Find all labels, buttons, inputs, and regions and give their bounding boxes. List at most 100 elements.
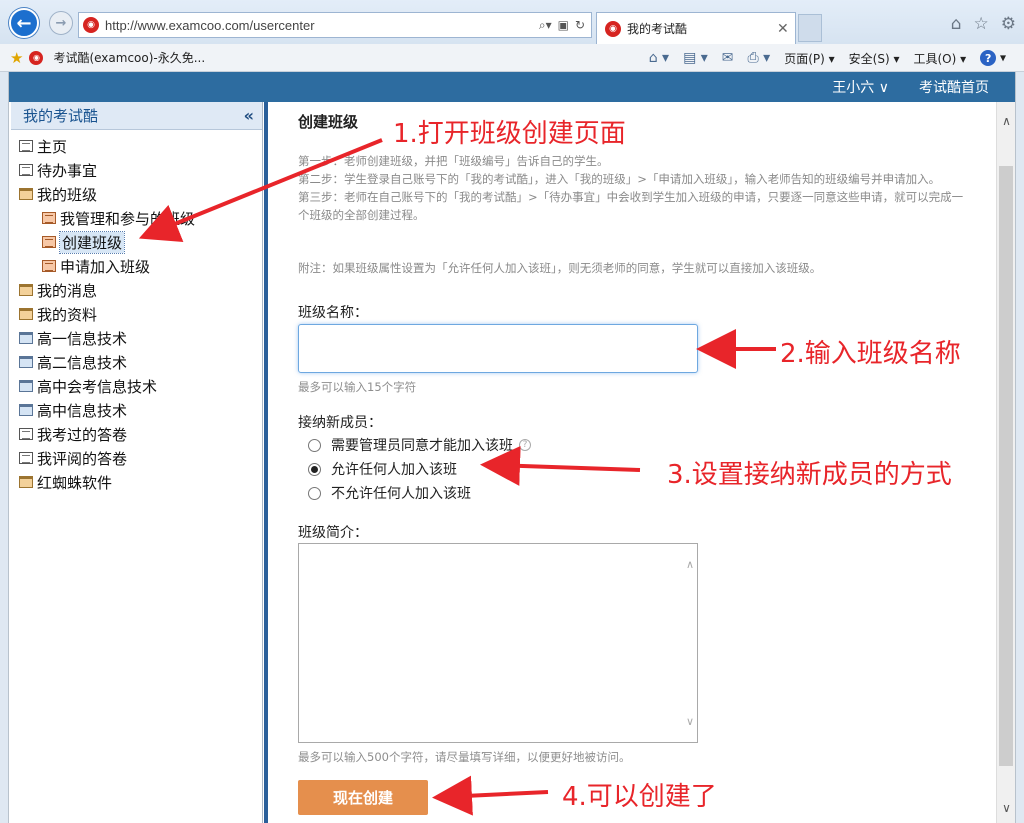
- open-folder-icon: [19, 188, 33, 200]
- sidebar-item-messages[interactable]: 我的消息: [11, 278, 262, 302]
- mail-icon[interactable]: ✉: [722, 50, 734, 66]
- sidebar-item-managed-classes[interactable]: 我管理和参与的班级: [11, 206, 262, 230]
- help-question-icon[interactable]: ?: [519, 439, 531, 451]
- favorites-star-icon[interactable]: ☆: [974, 14, 989, 34]
- step-1-text: 第一步：老师创建班级，并把「班级编号」告诉自己的学生。: [298, 154, 609, 168]
- favorite-site-icon: ◉: [29, 50, 44, 65]
- back-arrow-icon[interactable]: ←: [9, 8, 39, 38]
- radio-require-approval[interactable]: 需要管理员同意才能加入该班 ?: [308, 435, 531, 455]
- scroll-down-icon[interactable]: ∨: [997, 801, 1016, 821]
- radio-button[interactable]: [308, 438, 321, 452]
- search-icon[interactable]: ⌕▾: [539, 18, 552, 33]
- class-folder-icon: [19, 380, 33, 392]
- examcoo-home-link[interactable]: 考试酷首页: [919, 77, 989, 97]
- annotation-step-1: 1.打开班级创建页面: [393, 119, 626, 149]
- class-name-label: 班级名称：: [298, 305, 368, 321]
- sidebar-title: 我的考试酷: [23, 107, 99, 125]
- top-navigation: 王小六 ∨ 考试酷首页: [9, 72, 1015, 102]
- address-bar[interactable]: ◉ http://www.examcoo.com/usercenter ⌕▾ ▣…: [78, 12, 592, 38]
- sidebar-header: 我的考试酷 «: [11, 102, 262, 130]
- step-2-text: 第二步：学生登录自己账号下的「我的考试酷」，进入「我的班级」>「申请加入班级」，…: [298, 172, 941, 186]
- annotation-step-2: 2.输入班级名称: [780, 339, 961, 369]
- web-page: 王小六 ∨ 考试酷首页 我的考试酷 « 主页 待办事宜 我的班级 我管理和参与的…: [8, 72, 1016, 823]
- favorites-bar: ★ ◉ 考试酷(examcoo)-永久免... ⌂ ▾ ▤ ▾ ✉ ⎙ ▾ 页面…: [0, 44, 1024, 72]
- sidebar-item-red-spider[interactable]: 红蜘蛛软件: [11, 470, 262, 494]
- folder-icon: [19, 308, 33, 320]
- compat-view-icon[interactable]: ▣: [558, 18, 569, 33]
- annotation-step-3: 3.设置接纳新成员的方式: [667, 460, 952, 490]
- class-icon: [42, 260, 56, 272]
- sidebar-item-todo[interactable]: 待办事宜: [11, 158, 262, 182]
- textarea-scroll-up-icon[interactable]: ∧: [686, 558, 694, 571]
- page-menu[interactable]: 页面(P) ▾: [784, 50, 834, 67]
- step-3-text: 第三步：老师在自己账号下的「我的考试酷」>「待办事宜」中会收到学生加入班级的申请…: [298, 190, 964, 222]
- radio-allow-anyone[interactable]: 允许任何人加入该班: [308, 459, 457, 479]
- help-menu[interactable]: ? ▾: [980, 50, 1006, 66]
- sidebar-item-class-exam[interactable]: 高中会考信息技术: [11, 374, 262, 398]
- member-policy-label: 接纳新成员：: [298, 415, 382, 431]
- browser-toolbar: ← → ◉ http://www.examcoo.com/usercenter …: [0, 0, 1024, 44]
- class-icon: [42, 212, 56, 224]
- create-now-button[interactable]: 现在创建: [298, 780, 428, 815]
- radio-button-checked[interactable]: [308, 462, 321, 476]
- class-icon: [42, 236, 56, 248]
- page-icon: [19, 452, 33, 464]
- user-menu[interactable]: 王小六 ∨: [832, 77, 889, 97]
- sidebar-item-profile[interactable]: 我的资料: [11, 302, 262, 326]
- settings-gear-icon[interactable]: ⚙: [1001, 14, 1016, 34]
- sidebar-item-class-g2[interactable]: 高二信息技术: [11, 350, 262, 374]
- folder-icon: [19, 284, 33, 296]
- site-favicon-icon: ◉: [83, 17, 99, 33]
- close-tab-icon[interactable]: ✕: [777, 21, 795, 37]
- sidebar-item-my-classes[interactable]: 我的班级: [11, 182, 262, 206]
- radio-allow-none[interactable]: 不允许任何人加入该班: [308, 483, 471, 503]
- tools-menu[interactable]: 工具(O) ▾: [914, 50, 967, 67]
- folder-icon: [19, 476, 33, 488]
- page-icon: [19, 140, 33, 152]
- sidebar-item-class-g1[interactable]: 高一信息技术: [11, 326, 262, 350]
- class-name-hint: 最多可以输入15个字符: [298, 380, 417, 394]
- page-icon: [19, 164, 33, 176]
- class-folder-icon: [19, 404, 33, 416]
- sidebar-item-create-class[interactable]: 创建班级: [11, 230, 262, 254]
- class-intro-textarea[interactable]: ∧ ∨: [298, 543, 698, 743]
- home-icon[interactable]: ⌂: [951, 14, 962, 34]
- class-name-input[interactable]: [298, 324, 698, 373]
- print-icon[interactable]: ⎙ ▾: [748, 50, 771, 66]
- home-page-icon[interactable]: ⌂ ▾: [649, 50, 669, 66]
- forward-arrow-icon[interactable]: →: [49, 11, 73, 35]
- note-text: 附注：如果班级属性设置为「允许任何人加入该班」，则无须老师的同意，学生就可以直接…: [298, 261, 822, 275]
- sidebar-item-reviewed-answers[interactable]: 我评阅的答卷: [11, 446, 262, 470]
- favorite-link[interactable]: 考试酷(examcoo)-永久免...: [53, 49, 205, 66]
- textarea-scroll-down-icon[interactable]: ∨: [686, 715, 694, 728]
- refresh-icon[interactable]: ↻: [575, 18, 585, 33]
- radio-button[interactable]: [308, 486, 321, 500]
- url-text[interactable]: http://www.examcoo.com/usercenter: [105, 18, 539, 33]
- help-icon: ?: [980, 50, 997, 66]
- scroll-up-icon[interactable]: ∧: [997, 114, 1016, 134]
- navigation-tree: 主页 待办事宜 我的班级 我管理和参与的班级 创建班级 申请加入班级 我的消息 …: [11, 130, 262, 494]
- scrollbar-thumb[interactable]: [999, 166, 1013, 766]
- tab-favicon-icon: ◉: [605, 20, 621, 37]
- safety-menu[interactable]: 安全(S) ▾: [849, 50, 900, 67]
- sidebar-item-home[interactable]: 主页: [11, 134, 262, 158]
- page-scrollbar[interactable]: ∧ ∨: [996, 102, 1015, 823]
- rss-feed-icon[interactable]: ▤ ▾: [683, 50, 708, 66]
- new-tab-button[interactable]: [798, 14, 822, 42]
- sidebar-item-class-hs[interactable]: 高中信息技术: [11, 398, 262, 422]
- sidebar: 我的考试酷 « 主页 待办事宜 我的班级 我管理和参与的班级 创建班级 申请加入…: [11, 102, 263, 823]
- class-intro-label: 班级简介：: [298, 525, 368, 541]
- add-favorite-icon[interactable]: ★: [10, 49, 23, 67]
- page-title: 创建班级: [298, 113, 359, 131]
- sidebar-item-my-answers[interactable]: 我考过的答卷: [11, 422, 262, 446]
- tab-title: 我的考试酷: [627, 22, 688, 36]
- annotation-step-4: 4.可以创建了: [562, 782, 717, 812]
- sidebar-item-join-class[interactable]: 申请加入班级: [11, 254, 262, 278]
- class-folder-icon: [19, 332, 33, 344]
- collapse-sidebar-icon[interactable]: «: [244, 106, 254, 125]
- instructions: 第一步：老师创建班级，并把「班级编号」告诉自己的学生。 第二步：学生登录自己账号…: [298, 152, 968, 224]
- browser-tab[interactable]: ◉ 我的考试酷 ✕: [596, 12, 796, 44]
- class-intro-hint: 最多可以输入500个字符，请尽量填写详细，以便更好地被访问。: [298, 750, 631, 764]
- class-folder-icon: [19, 356, 33, 368]
- page-icon: [19, 428, 33, 440]
